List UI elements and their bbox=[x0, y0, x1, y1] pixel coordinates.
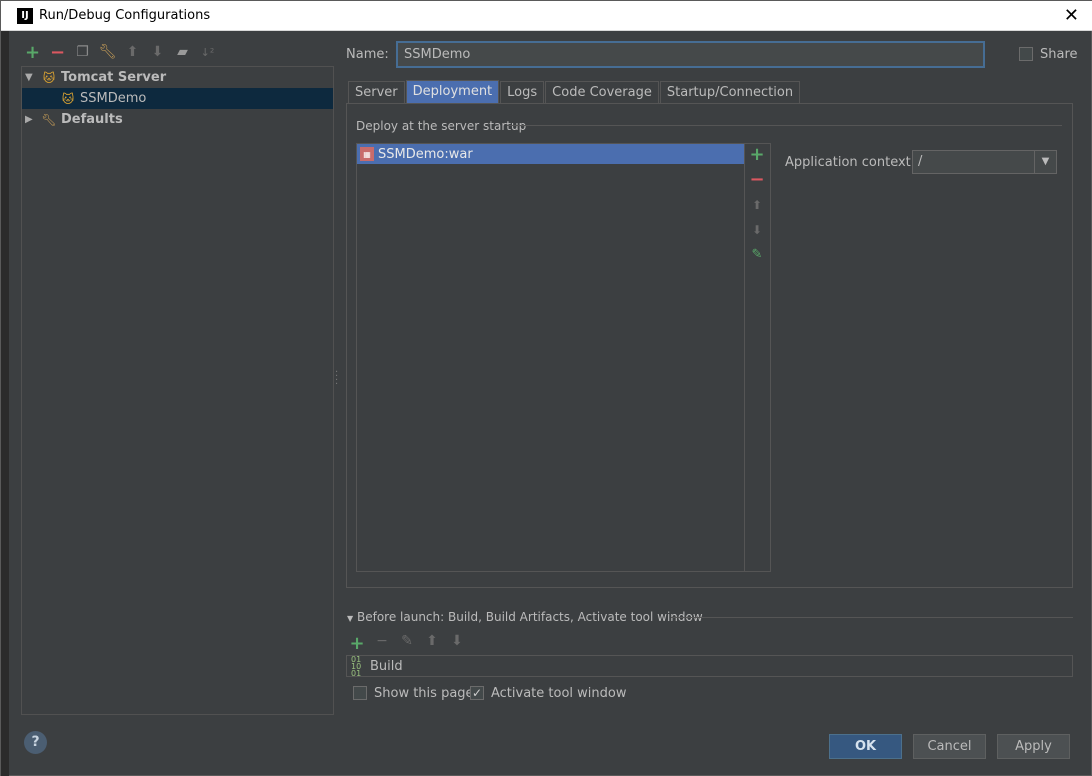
config-toolbar: + − ❐ 🔧︎ ⬆ ⬇ ▰ ↓² bbox=[23, 41, 217, 63]
name-label: Name: bbox=[346, 47, 389, 62]
chevron-down-icon[interactable]: ▼ bbox=[1034, 151, 1056, 173]
folder-icon[interactable]: ▰ bbox=[173, 43, 192, 62]
tomcat-icon: 🐱︎ bbox=[42, 70, 56, 85]
splitter-handle[interactable]: · · · · bbox=[335, 368, 338, 390]
list-item[interactable]: ▦ SSMDemo:war bbox=[357, 144, 744, 164]
move-up-icon[interactable]: ⬆ bbox=[424, 633, 440, 654]
war-artifact-icon: ▦ bbox=[360, 147, 374, 161]
tab-logs[interactable]: Logs bbox=[500, 81, 545, 103]
move-down-icon[interactable]: ⬇ bbox=[148, 43, 167, 62]
divider bbox=[671, 617, 1073, 618]
deployment-list[interactable]: ▦ SSMDemo:war bbox=[356, 143, 745, 572]
tab-code-coverage[interactable]: Code Coverage bbox=[545, 81, 659, 103]
copy-icon[interactable]: ❐ bbox=[73, 43, 92, 62]
add-icon[interactable]: + bbox=[349, 633, 365, 654]
help-button[interactable]: ? bbox=[24, 731, 47, 754]
share-label: Share bbox=[1040, 47, 1078, 62]
background-ide-strip bbox=[1, 31, 9, 776]
wrench-icon[interactable]: 🔧︎ bbox=[98, 43, 117, 62]
tab-deployment[interactable]: Deployment bbox=[405, 80, 500, 103]
move-up-icon[interactable]: ⬆ bbox=[749, 197, 765, 213]
remove-icon[interactable]: − bbox=[374, 633, 390, 654]
artifact-label: SSMDemo:war bbox=[378, 146, 473, 162]
tab-bar: Server Deployment Logs Code Coverage Sta… bbox=[348, 80, 801, 103]
before-launch-header[interactable]: ▼ Before launch: Build, Build Artifacts,… bbox=[347, 610, 703, 624]
close-icon[interactable]: ✕ bbox=[1064, 5, 1079, 26]
dialog-window: IJ Run/Debug Configurations ✕ + − ❐ 🔧︎ ⬆… bbox=[0, 0, 1092, 776]
tree-item-ssmdemo[interactable]: 🐱︎ SSMDemo bbox=[22, 88, 333, 109]
section-title: Deploy at the server startup bbox=[356, 119, 527, 133]
expand-arrow-icon[interactable]: ▼ bbox=[25, 72, 37, 83]
tree-node-label: Defaults bbox=[61, 112, 123, 127]
build-icon: 01 10 01 bbox=[351, 654, 362, 678]
collapse-arrow-icon[interactable]: ▼ bbox=[347, 614, 353, 623]
context-value: / bbox=[918, 154, 923, 169]
move-up-icon[interactable]: ⬆ bbox=[123, 43, 142, 62]
before-launch-toolbar: + − ✎ ⬆ ⬇ bbox=[349, 633, 465, 654]
before-launch-title: Before launch: Build, Build Artifacts, A… bbox=[356, 610, 703, 624]
task-label: Build bbox=[370, 658, 403, 674]
add-icon[interactable]: + bbox=[23, 42, 42, 63]
title-bar: IJ Run/Debug Configurations ✕ bbox=[1, 1, 1092, 31]
tree-node-label: Tomcat Server bbox=[61, 70, 167, 85]
collapse-arrow-icon[interactable]: ▶ bbox=[25, 114, 37, 125]
tab-startup-connection[interactable]: Startup/Connection bbox=[659, 81, 801, 103]
tomcat-icon: 🐱︎ bbox=[61, 91, 75, 106]
show-page-checkbox[interactable] bbox=[353, 686, 367, 700]
deployment-panel: Deploy at the server startup ▦ SSMDemo:w… bbox=[346, 103, 1073, 588]
share-checkbox[interactable] bbox=[1019, 47, 1033, 61]
before-launch-task[interactable]: 01 10 01 Build bbox=[346, 655, 1073, 677]
edit-icon[interactable]: ✎ bbox=[399, 633, 415, 654]
activate-tool-window-checkbox[interactable]: ✓ bbox=[470, 686, 484, 700]
add-icon[interactable]: + bbox=[749, 146, 765, 164]
ok-button[interactable]: OK bbox=[829, 734, 902, 759]
move-down-icon[interactable]: ⬇ bbox=[449, 633, 465, 654]
tree-node-defaults[interactable]: ▶ 🔧︎ Defaults bbox=[25, 109, 123, 130]
tree-node-tomcat[interactable]: ▼ 🐱︎ Tomcat Server bbox=[25, 67, 166, 88]
show-page-label: Show this page bbox=[374, 686, 474, 701]
config-tree: ▼ 🐱︎ Tomcat Server 🐱︎ SSMDemo ▶ 🔧︎ Defau… bbox=[21, 66, 334, 715]
wrench-icon: 🔧︎ bbox=[41, 112, 57, 127]
move-down-icon[interactable]: ⬇ bbox=[749, 222, 765, 238]
context-label: Application context: bbox=[785, 155, 916, 170]
name-input[interactable] bbox=[396, 41, 985, 68]
divider bbox=[507, 125, 1062, 126]
intellij-logo-icon: IJ bbox=[17, 8, 33, 24]
tab-server[interactable]: Server bbox=[348, 81, 405, 103]
deployment-actions: + − ⬆ ⬇ ✎ bbox=[744, 143, 771, 572]
window-title: Run/Debug Configurations bbox=[39, 8, 211, 23]
context-combobox[interactable]: / ▼ bbox=[912, 150, 1057, 174]
sort-icon[interactable]: ↓² bbox=[198, 43, 217, 62]
remove-icon[interactable]: − bbox=[749, 171, 765, 189]
remove-icon[interactable]: − bbox=[48, 42, 67, 63]
tree-item-label: SSMDemo bbox=[80, 91, 147, 106]
activate-tool-window-label: Activate tool window bbox=[491, 686, 627, 701]
edit-icon[interactable]: ✎ bbox=[749, 247, 765, 263]
apply-button[interactable]: Apply bbox=[997, 734, 1070, 759]
cancel-button[interactable]: Cancel bbox=[913, 734, 986, 759]
